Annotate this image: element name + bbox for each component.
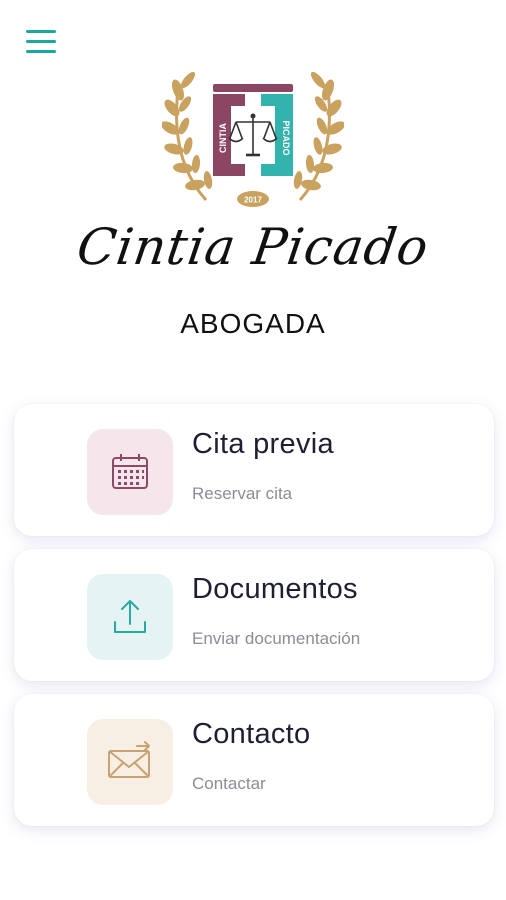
cita-previa-subtitle: Reservar cita bbox=[192, 484, 293, 503]
brand-name: Cintia Picado bbox=[73, 218, 433, 276]
laurel-logo-icon: 2017 CINTIA PICADO bbox=[160, 71, 346, 207]
cita-previa-icon-tile bbox=[87, 429, 173, 515]
hamburger-menu-icon[interactable] bbox=[24, 28, 58, 60]
documentos-card[interactable]: Documentos Enviar documentación bbox=[14, 549, 494, 681]
logo-year: 2017 bbox=[244, 196, 262, 205]
documentos-subtitle: Enviar documentación bbox=[192, 629, 361, 648]
cita-previa-card[interactable]: Cita previa Reservar cita bbox=[14, 404, 494, 536]
documentos-icon-tile bbox=[87, 574, 173, 660]
logo: 2017 CINTIA PICADO bbox=[160, 50, 346, 214]
brand-subtitle: ABOGADA bbox=[180, 308, 326, 339]
documentos-title: Documentos bbox=[192, 573, 358, 605]
logo-name-left: CINTIA bbox=[218, 123, 228, 153]
contacto-icon-tile bbox=[87, 719, 173, 805]
contacto-title: Contacto bbox=[192, 718, 311, 750]
upload-icon bbox=[114, 600, 146, 633]
contacto-card[interactable]: Contacto Contactar bbox=[14, 694, 494, 826]
contacto-subtitle: Contactar bbox=[192, 774, 266, 793]
mail-icon bbox=[108, 741, 150, 778]
logo-name-right: PICADO bbox=[281, 120, 291, 155]
calendar-icon bbox=[112, 454, 148, 489]
cita-previa-title: Cita previa bbox=[192, 428, 334, 460]
